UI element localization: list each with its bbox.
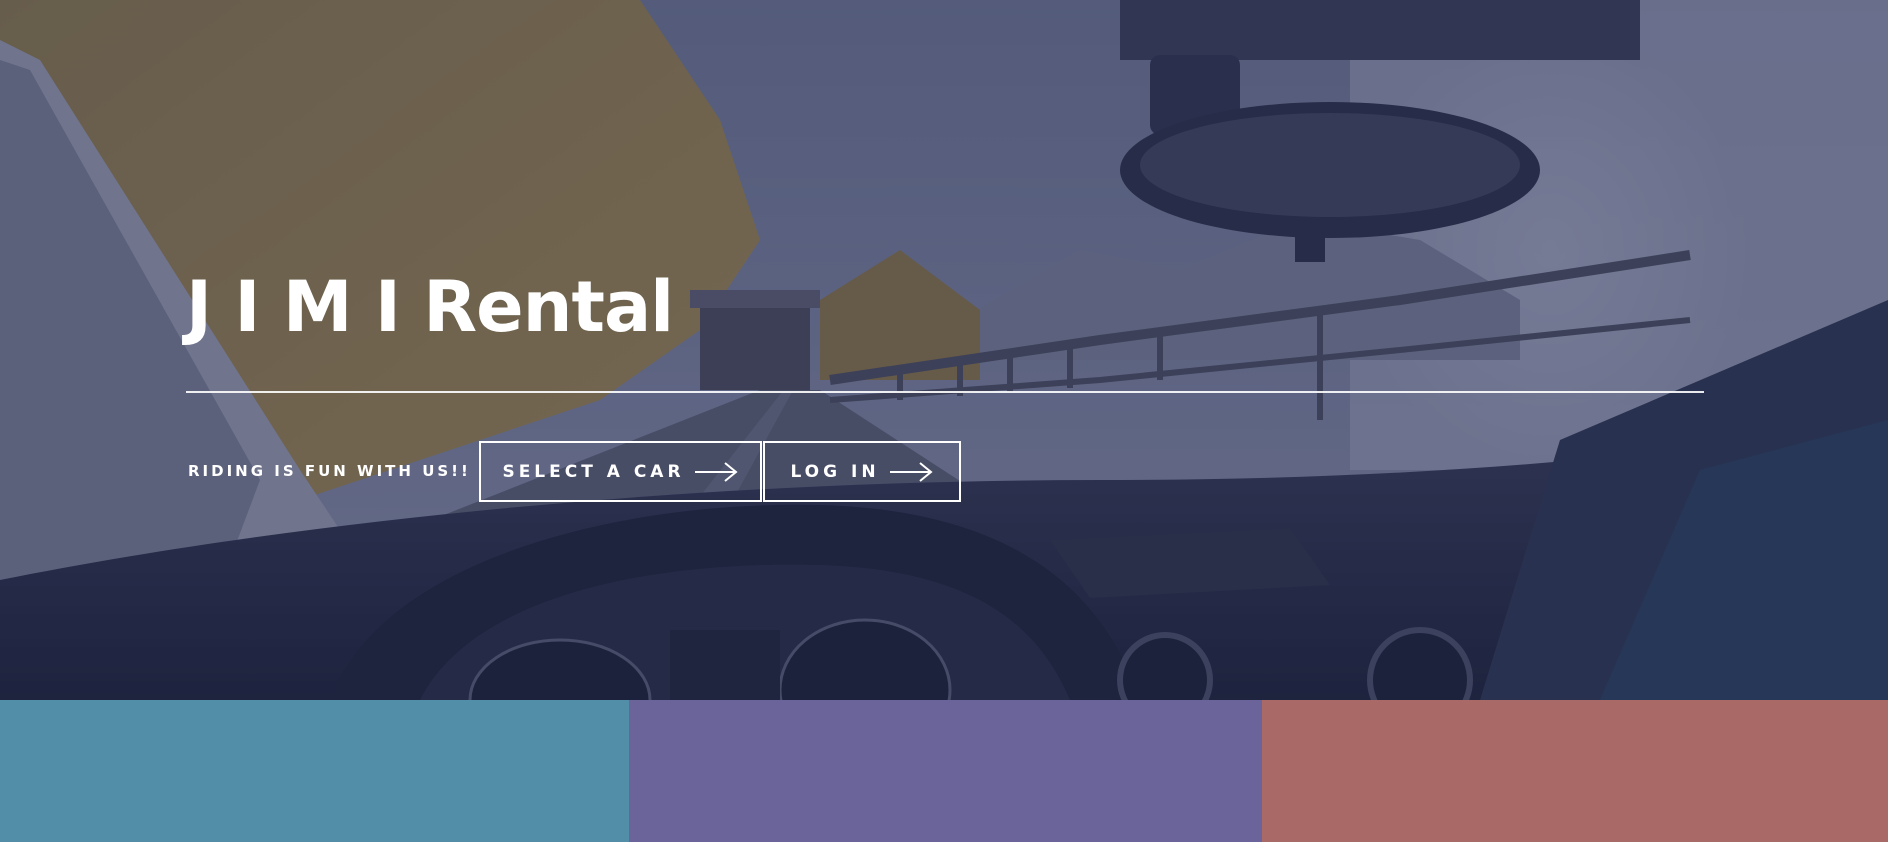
log-in-label: LOG IN [790, 461, 880, 482]
hero-section: J I M I Rental RIDING IS FUN WITH US!! S… [0, 0, 1888, 700]
color-block-purple [629, 700, 1262, 842]
select-a-car-button[interactable]: SELECT A CAR [479, 441, 762, 502]
arrow-right-icon [888, 461, 934, 483]
title-divider [186, 391, 1704, 393]
select-a-car-label: SELECT A CAR [502, 461, 685, 482]
color-block-rose [1262, 700, 1888, 842]
landing-page: J I M I Rental RIDING IS FUN WITH US!! S… [0, 0, 1888, 842]
hero-tagline: RIDING IS FUN WITH US!! [188, 462, 471, 480]
arrow-right-icon [693, 461, 739, 483]
site-title: J I M I Rental [186, 266, 674, 348]
color-block-blue [0, 700, 629, 842]
log-in-button[interactable]: LOG IN [763, 441, 961, 502]
